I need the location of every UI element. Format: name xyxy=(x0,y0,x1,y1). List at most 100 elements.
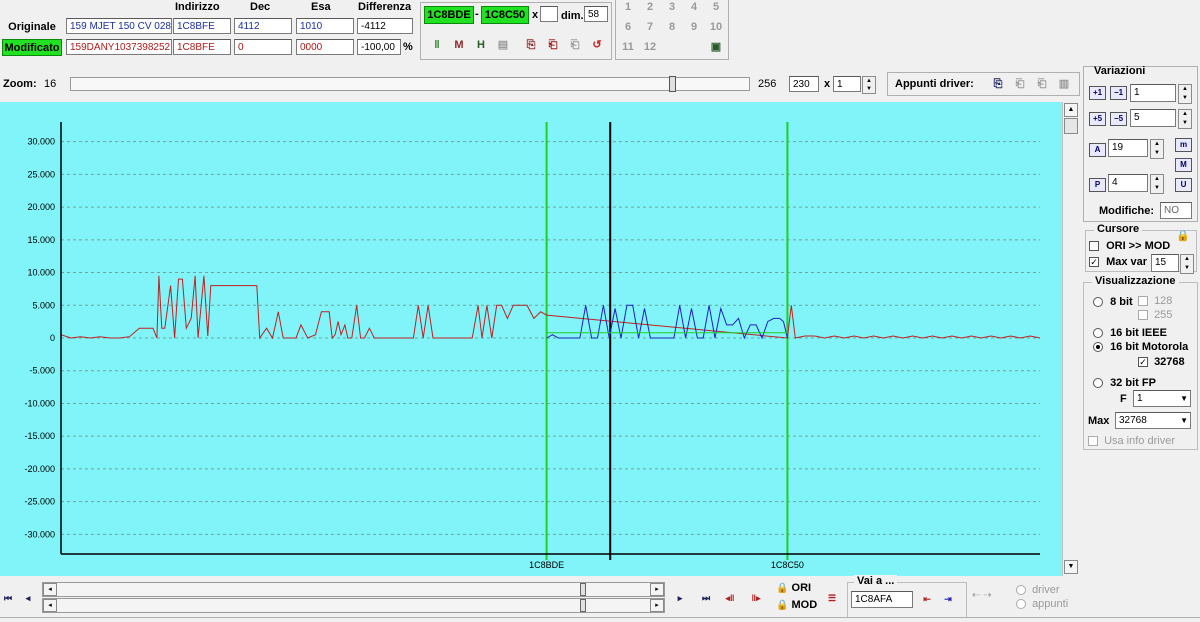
mod-diff-field[interactable]: -100,00 xyxy=(357,39,401,55)
scrollbar-mod[interactable]: ◂ ▸ xyxy=(42,598,665,613)
scroll-ori-left-icon[interactable]: ◂ xyxy=(43,583,57,596)
clipboard-icon[interactable]: ▣ xyxy=(707,38,725,56)
mod-lock-icon[interactable]: 🔒 xyxy=(776,600,788,611)
var-step2-spinner[interactable]: ▲ ▼ xyxy=(1178,109,1192,129)
numpad-2[interactable]: 2 xyxy=(640,0,660,16)
next-icon[interactable]: ▸ xyxy=(672,590,688,606)
range-x-field[interactable] xyxy=(540,6,558,22)
var-a-field[interactable]: 19 xyxy=(1108,139,1148,157)
range-start[interactable]: 1C8BDE xyxy=(424,6,474,24)
maxvar-field[interactable]: 15 xyxy=(1151,254,1179,272)
ori-esa-field[interactable]: 1010 xyxy=(296,18,354,34)
numpad-6[interactable]: 6 xyxy=(618,18,638,36)
mod-lock-row[interactable]: 🔒 MOD xyxy=(776,599,817,611)
var-p-field[interactable]: 4 xyxy=(1108,174,1148,192)
next-diff-icon[interactable]: ‖▸ xyxy=(747,590,765,606)
numpad-8[interactable]: 8 xyxy=(662,18,682,36)
mod-dec-field[interactable]: 0 xyxy=(234,39,292,55)
scroll-thumb[interactable] xyxy=(1064,118,1078,134)
driver-copy-icon[interactable]: ⎘ xyxy=(989,75,1007,93)
zoom-mult-spinner[interactable]: ▲ ▼ xyxy=(862,76,876,94)
opt-32768-checkbox[interactable]: ✓ xyxy=(1138,357,1148,368)
chart-vscrollbar[interactable]: ▲ ▼ xyxy=(1062,102,1078,576)
goto-left-icon[interactable]: ⇤ xyxy=(919,591,935,607)
bars-icon[interactable]: ǁ xyxy=(428,36,446,54)
scroll-mod-left-icon[interactable]: ◂ xyxy=(43,599,57,612)
a-icon[interactable]: A xyxy=(1089,143,1106,157)
zoom-mult-field[interactable]: 1 xyxy=(833,76,861,92)
ori-lock-icon[interactable]: 🔒 xyxy=(776,583,788,594)
numpad-11[interactable]: 11 xyxy=(618,38,638,56)
numpad-4[interactable]: 4 xyxy=(684,0,704,16)
f-select[interactable]: 1 ▼ xyxy=(1133,390,1191,407)
lock-icon[interactable]: 🔒 xyxy=(1174,227,1192,245)
m-lower-icon[interactable]: m xyxy=(1175,138,1192,152)
numpad-12[interactable]: 12 xyxy=(640,38,660,56)
zoom-slider-thumb[interactable] xyxy=(669,76,677,92)
opt-8bit-radio[interactable] xyxy=(1093,297,1103,308)
last-icon[interactable]: ⏭ xyxy=(697,590,715,606)
minus-one-icon[interactable]: −1 xyxy=(1110,86,1127,100)
modificato-button[interactable]: Modificato xyxy=(2,39,62,56)
scroll-mod-thumb[interactable] xyxy=(580,599,586,612)
prev-icon[interactable]: ◂ xyxy=(20,590,36,606)
range-end[interactable]: 1C8C50 xyxy=(481,6,529,24)
opt-motorola-row[interactable]: 16 bit Motorola xyxy=(1093,341,1188,353)
zoom-slider[interactable] xyxy=(70,76,750,92)
m-upper-icon[interactable]: M xyxy=(1175,158,1192,172)
var-step1-spinner[interactable]: ▲ ▼ xyxy=(1178,84,1192,104)
opt-ieee-row[interactable]: 16 bit IEEE xyxy=(1093,327,1167,339)
scroll-up-icon[interactable]: ▲ xyxy=(1064,103,1078,117)
chart-h-icon[interactable]: H xyxy=(472,36,490,54)
ori-diff-field[interactable]: -4112 xyxy=(357,18,413,34)
chart-m-icon[interactable]: M xyxy=(450,36,468,54)
ori-mod-checkbox-row[interactable]: ORI >> MOD xyxy=(1089,240,1170,252)
ori-indirizzo-field[interactable]: 1C8BFE xyxy=(173,18,231,34)
undo-icon[interactable]: ↺ xyxy=(588,36,606,54)
scroll-ori-thumb[interactable] xyxy=(580,583,586,596)
minus-five-icon[interactable]: −5 xyxy=(1110,112,1127,126)
f-dropdown-icon[interactable]: ▼ xyxy=(1180,391,1188,406)
numpad-3[interactable]: 3 xyxy=(662,0,682,16)
dim-field[interactable]: 58 xyxy=(584,6,608,22)
opt-32768-row[interactable]: ✓ 32768 xyxy=(1138,356,1185,368)
opt-ieee-radio[interactable] xyxy=(1093,328,1103,339)
maxvar-checkbox[interactable]: ✓ xyxy=(1089,257,1099,268)
opt-motorola-radio[interactable] xyxy=(1093,342,1103,353)
numpad-9[interactable]: 9 xyxy=(684,18,704,36)
opt-32fp-radio[interactable] xyxy=(1093,378,1103,389)
originale-button[interactable]: Originale xyxy=(2,18,62,36)
ori-lock-row[interactable]: 🔒 ORI xyxy=(776,582,811,594)
goto-right-icon[interactable]: ⇥ xyxy=(940,591,956,607)
numpad-10[interactable]: 10 xyxy=(706,18,726,36)
numpad-1[interactable]: 1 xyxy=(618,0,638,16)
zoom-value-field[interactable]: 230 xyxy=(789,76,819,92)
scrollbar-ori[interactable]: ◂ ▸ xyxy=(42,582,665,597)
var-p-spinner[interactable]: ▲ ▼ xyxy=(1150,174,1164,194)
maxvar-checkbox-row[interactable]: ✓ Max var xyxy=(1089,256,1147,268)
plus-one-icon[interactable]: +1 xyxy=(1089,86,1106,100)
mod-indirizzo-field[interactable]: 1C8BFE xyxy=(173,39,231,55)
var-step2-field[interactable]: 5 xyxy=(1130,109,1176,127)
opt-8bit-row[interactable]: 8 bit xyxy=(1093,296,1133,308)
mod-file-field[interactable]: 159DANY1037398252 xyxy=(66,39,172,55)
ori-file-field[interactable]: 159 MJET 150 CV 028 xyxy=(66,18,172,34)
ori-mod-checkbox[interactable] xyxy=(1089,241,1099,252)
maxvar-spinner[interactable]: ▲ ▼ xyxy=(1180,254,1194,274)
vai-field[interactable]: 1C8AFA xyxy=(851,591,913,608)
p-icon[interactable]: P xyxy=(1089,178,1106,192)
scroll-down-icon[interactable]: ▼ xyxy=(1064,560,1078,574)
scroll-mod-right-icon[interactable]: ▸ xyxy=(650,599,664,612)
numpad-5[interactable]: 5 xyxy=(706,0,726,16)
u-icon[interactable]: U xyxy=(1175,178,1192,192)
ori-dec-field[interactable]: 4112 xyxy=(234,18,292,34)
chart-area[interactable]: 30.000 25.000 20.000 15.000 10.000 5.000 0 -5.0… xyxy=(0,102,1062,576)
paste-icon[interactable]: ⎗ xyxy=(544,36,562,54)
copy-icon[interactable]: ⎘ xyxy=(522,36,540,54)
plus-five-icon[interactable]: +5 xyxy=(1089,112,1106,126)
first-icon[interactable]: ⏮ xyxy=(0,590,16,606)
mod-esa-field[interactable]: 0000 xyxy=(296,39,354,55)
compare-icon[interactable]: ☰ xyxy=(824,590,840,606)
var-step1-field[interactable]: 1 xyxy=(1130,84,1176,102)
max-select[interactable]: 32768 ▼ xyxy=(1115,412,1191,429)
